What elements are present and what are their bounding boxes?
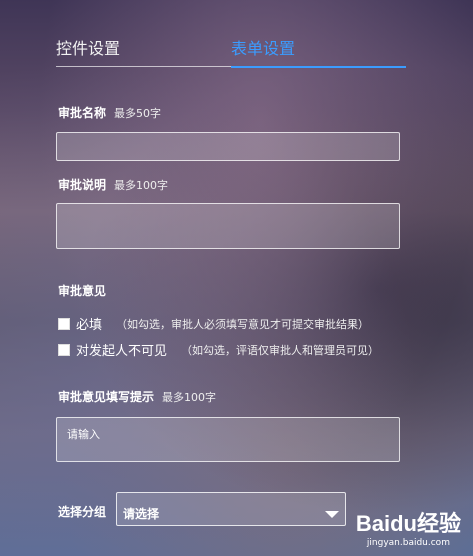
required-checkbox[interactable] [58, 317, 70, 330]
tab-label: 表单设置 [231, 39, 296, 58]
approval-name-hint: 最多50字 [114, 107, 162, 120]
opinion-prompt-hint: 最多100字 [162, 391, 217, 404]
hidden-from-initiator-label: 对发起人不可见 [76, 344, 168, 359]
required-option: 必填 （如勾选，审批人必须填写意见才可提交审批结果） [58, 314, 369, 333]
approval-desc-textarea[interactable] [56, 203, 400, 249]
group-select[interactable]: 请选择 [116, 492, 346, 526]
approval-opinion-title: 审批意见 [58, 284, 107, 298]
approval-desc-hint: 最多100字 [114, 179, 169, 192]
hidden-from-initiator-note: （如勾选，评语仅审批人和管理员可见） [181, 343, 380, 357]
approval-name-input[interactable] [56, 132, 400, 161]
watermark-url: jingyan.baidu.com [366, 538, 450, 548]
group-label: 选择分组 [58, 505, 107, 519]
approval-name-title: 审批名称 [58, 106, 107, 120]
tab-label: 控件设置 [56, 39, 121, 58]
required-note: （如勾选，审批人必须填写意见才可提交审批结果） [116, 317, 370, 331]
group-selected-value: 请选择 [123, 507, 160, 521]
tab-bar: 控件设置 表单设置 [56, 38, 406, 68]
approval-name-label: 审批名称 最多50字 [58, 104, 161, 121]
approval-desc-title: 审批说明 [58, 178, 107, 192]
opinion-prompt-title: 审批意见填写提示 [58, 390, 155, 404]
chevron-down-icon [325, 511, 339, 518]
opinion-prompt-textarea[interactable]: 请输入 [56, 417, 400, 462]
hidden-from-initiator-checkbox[interactable] [58, 343, 70, 356]
watermark: Baidu经验 jingyan.baidu.com [356, 506, 461, 548]
opinion-prompt-label: 审批意见填写提示 最多100字 [58, 388, 216, 405]
watermark-brand: Baidu经验 [355, 511, 461, 536]
hidden-from-initiator-option: 对发起人不可见 （如勾选，评语仅审批人和管理员可见） [58, 340, 379, 359]
approval-desc-label: 审批说明 最多100字 [58, 176, 168, 193]
tab-form-settings[interactable]: 表单设置 [231, 38, 406, 68]
opinion-prompt-placeholder: 请输入 [67, 428, 100, 441]
required-label: 必填 [76, 318, 103, 333]
tab-control-settings[interactable]: 控件设置 [56, 38, 231, 67]
